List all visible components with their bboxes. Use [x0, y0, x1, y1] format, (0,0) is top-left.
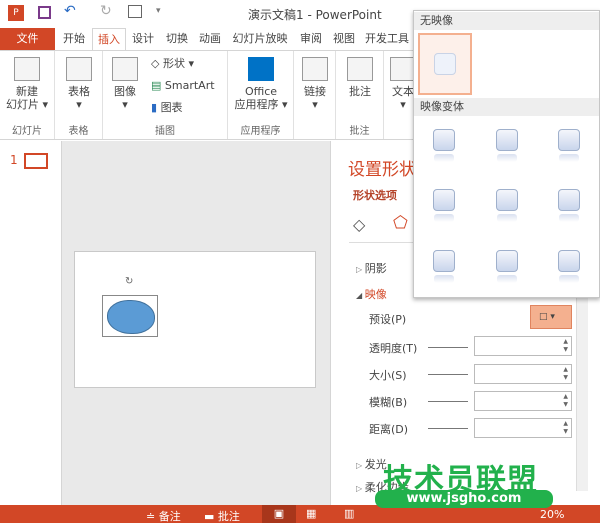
tab-view[interactable]: 视图	[329, 28, 359, 50]
slide-thumbnails: 1	[0, 141, 62, 505]
slide-thumbnail-1[interactable]	[24, 153, 48, 169]
tab-review[interactable]: 审阅	[296, 28, 326, 50]
reflection-variant-2[interactable]	[496, 129, 518, 162]
section-shadow[interactable]: ▷ 阴影	[356, 260, 387, 276]
tab-slideshow[interactable]: 幻灯片放映	[228, 28, 292, 50]
group-illustrations: 图像 ▾ ◇ 形状 ▾ ▤ SmartArt ▮ 图表 插图	[103, 51, 228, 139]
window-title: 演示文稿1 - PowerPoint	[248, 8, 382, 22]
save-icon[interactable]	[38, 6, 51, 19]
transparency-label: 透明度(T)	[369, 342, 418, 355]
group-slides: 新建 幻灯片 ▾ 幻灯片	[0, 51, 55, 139]
reflection-preset-gallery: 无映像 映像变体	[413, 10, 600, 298]
group-links: 链接 ▾	[294, 51, 336, 139]
tab-design[interactable]: 设计	[128, 28, 158, 50]
no-reflection-option[interactable]	[418, 33, 472, 95]
tab-file[interactable]: 文件	[0, 28, 55, 50]
notes-button[interactable]: ≐ 备注	[146, 508, 181, 524]
comments-button[interactable]: ▬ 批注	[204, 508, 240, 524]
chart-button[interactable]: ▮ 图表	[151, 101, 183, 114]
rotate-handle-icon[interactable]: ↻	[125, 276, 133, 287]
cloud-shape	[107, 300, 155, 334]
preset-dropdown[interactable]: □ ▾	[530, 305, 572, 329]
pane-scrollbar[interactable]	[576, 291, 588, 491]
redo-icon[interactable]: ↻	[100, 3, 112, 19]
blur-slider[interactable]	[428, 401, 468, 402]
slide-sorter-button[interactable]: ▦	[306, 507, 316, 520]
size-input[interactable]	[474, 364, 572, 384]
new-slide-icon	[14, 57, 40, 81]
transparency-input[interactable]	[474, 336, 572, 356]
customize-qat-icon[interactable]: ▾	[156, 6, 161, 16]
shapes-button[interactable]: ◇ 形状 ▾	[151, 57, 194, 70]
images-button[interactable]: 图像 ▾	[107, 57, 143, 111]
no-reflection-swatch	[434, 53, 456, 75]
group-apps: Office 应用程序 ▾ 应用程序	[228, 51, 294, 139]
table-button[interactable]: 表格 ▾	[57, 57, 101, 111]
table-icon	[66, 57, 92, 81]
comment-icon	[347, 57, 373, 81]
tab-insert[interactable]: 插入	[92, 28, 126, 50]
slide[interactable]: ↻	[74, 251, 316, 388]
group-comments: 批注 批注	[336, 51, 384, 139]
reflection-variant-5[interactable]	[496, 189, 518, 222]
slideshow-icon[interactable]	[128, 5, 142, 18]
reflection-variant-8[interactable]	[496, 250, 518, 283]
reading-view-button[interactable]: ▥	[344, 507, 354, 520]
office-apps-button[interactable]: Office 应用程序 ▾	[230, 57, 292, 111]
watermark-url: www.jsgho.com	[375, 490, 553, 508]
zoom-level[interactable]: 20%	[540, 508, 564, 521]
undo-icon[interactable]: ↶	[64, 3, 76, 19]
no-reflection-header: 无映像	[414, 12, 599, 30]
powerpoint-logo-icon: P	[8, 5, 24, 21]
reflection-variant-4[interactable]	[433, 189, 455, 222]
distance-slider[interactable]	[428, 428, 468, 429]
tab-developer[interactable]: 开发工具	[362, 28, 412, 50]
tab-transitions[interactable]: 切换	[161, 28, 193, 50]
office-store-icon	[248, 57, 274, 81]
distance-label: 距离(D)	[369, 423, 409, 436]
distance-input[interactable]	[474, 418, 572, 438]
size-slider[interactable]	[428, 374, 468, 375]
image-icon	[112, 57, 138, 81]
effects-icon[interactable]: ⬠	[393, 213, 408, 233]
reflection-variations-header: 映像变体	[414, 98, 599, 116]
transparency-slider[interactable]	[428, 347, 468, 348]
selected-cloud-shape[interactable]: ↻	[102, 276, 158, 337]
reflection-variant-1[interactable]	[433, 129, 455, 162]
normal-view-button[interactable]: ▣	[262, 505, 296, 523]
group-table: 表格 ▾ 表格	[55, 51, 103, 139]
smartart-icon: ▤	[151, 79, 162, 92]
blur-input[interactable]	[474, 391, 572, 411]
tab-shape-options[interactable]: 形状选项	[353, 187, 397, 203]
tab-animations[interactable]: 动画	[195, 28, 225, 50]
link-icon	[302, 57, 328, 81]
size-label: 大小(S)	[369, 369, 407, 382]
reflection-variant-6[interactable]	[558, 189, 580, 222]
reflection-variant-3[interactable]	[558, 129, 580, 162]
reflection-variant-7[interactable]	[433, 250, 455, 283]
blur-label: 模糊(B)	[369, 396, 408, 409]
smartart-button[interactable]: ▤ SmartArt	[151, 79, 215, 92]
links-button[interactable]: 链接 ▾	[296, 57, 334, 111]
chart-icon: ▮	[151, 101, 158, 114]
slide-number: 1	[10, 153, 18, 167]
tab-home[interactable]: 开始	[58, 28, 90, 50]
section-reflection[interactable]: ◢ 映像	[356, 286, 387, 302]
slide-canvas: ↻	[62, 141, 330, 505]
comment-button[interactable]: 批注	[338, 57, 382, 98]
fill-line-icon[interactable]: ◇	[353, 215, 365, 234]
preset-label: 预设(P)	[369, 313, 407, 326]
reflection-variant-9[interactable]	[558, 250, 580, 283]
new-slide-button[interactable]: 新建 幻灯片 ▾	[2, 57, 52, 111]
